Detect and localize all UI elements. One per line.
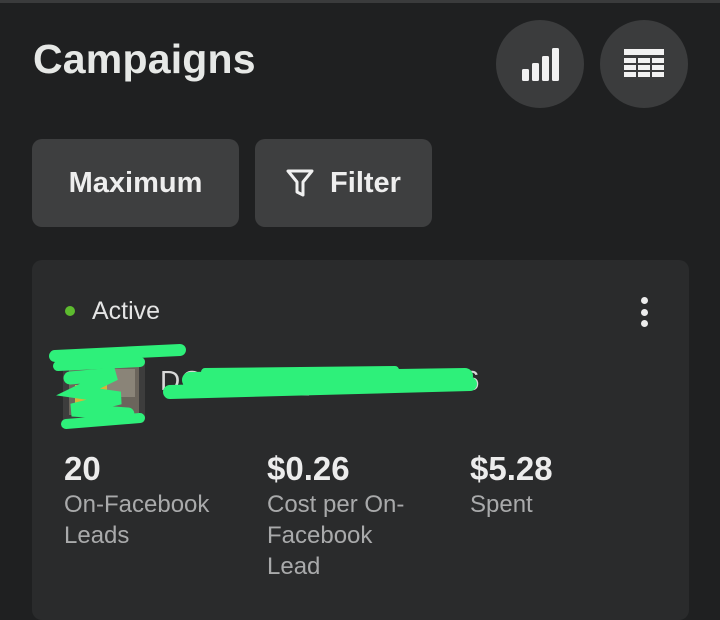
date-range-label: Maximum — [68, 166, 203, 199]
top-divider — [0, 0, 720, 3]
chart-view-button[interactable] — [496, 20, 584, 108]
metric-cost-per-lead: $0.26 Cost per On-Facebook Lead — [267, 449, 457, 582]
filter-label: Filter — [330, 166, 401, 199]
page-title: Campaigns — [33, 36, 256, 82]
more-vertical-icon[interactable] — [632, 294, 656, 330]
metric-leads: 20 On-Facebook Leads — [64, 449, 254, 551]
metric-spent: $5.28 Spent — [470, 449, 660, 520]
metric-label: Spent — [470, 491, 533, 518]
campaign-name[interactable]: DOG_____LYING 12.06 — [160, 365, 480, 397]
metric-label: Cost per On-Facebook Lead — [267, 491, 405, 580]
metric-label: On-Facebook Leads — [64, 491, 210, 549]
table-view-button[interactable] — [600, 20, 688, 108]
date-range-button[interactable]: Maximum — [32, 139, 239, 227]
bar-chart-icon — [522, 48, 559, 81]
campaign-thumbnail — [63, 355, 145, 423]
funnel-icon — [286, 168, 314, 198]
status-label: Active — [92, 297, 161, 325]
status-dot — [65, 306, 75, 316]
metric-value: $0.26 — [267, 450, 350, 487]
table-icon — [624, 49, 664, 77]
metric-value: $5.28 — [470, 450, 553, 487]
metric-value: 20 — [64, 450, 101, 487]
filter-button[interactable]: Filter — [255, 139, 432, 227]
